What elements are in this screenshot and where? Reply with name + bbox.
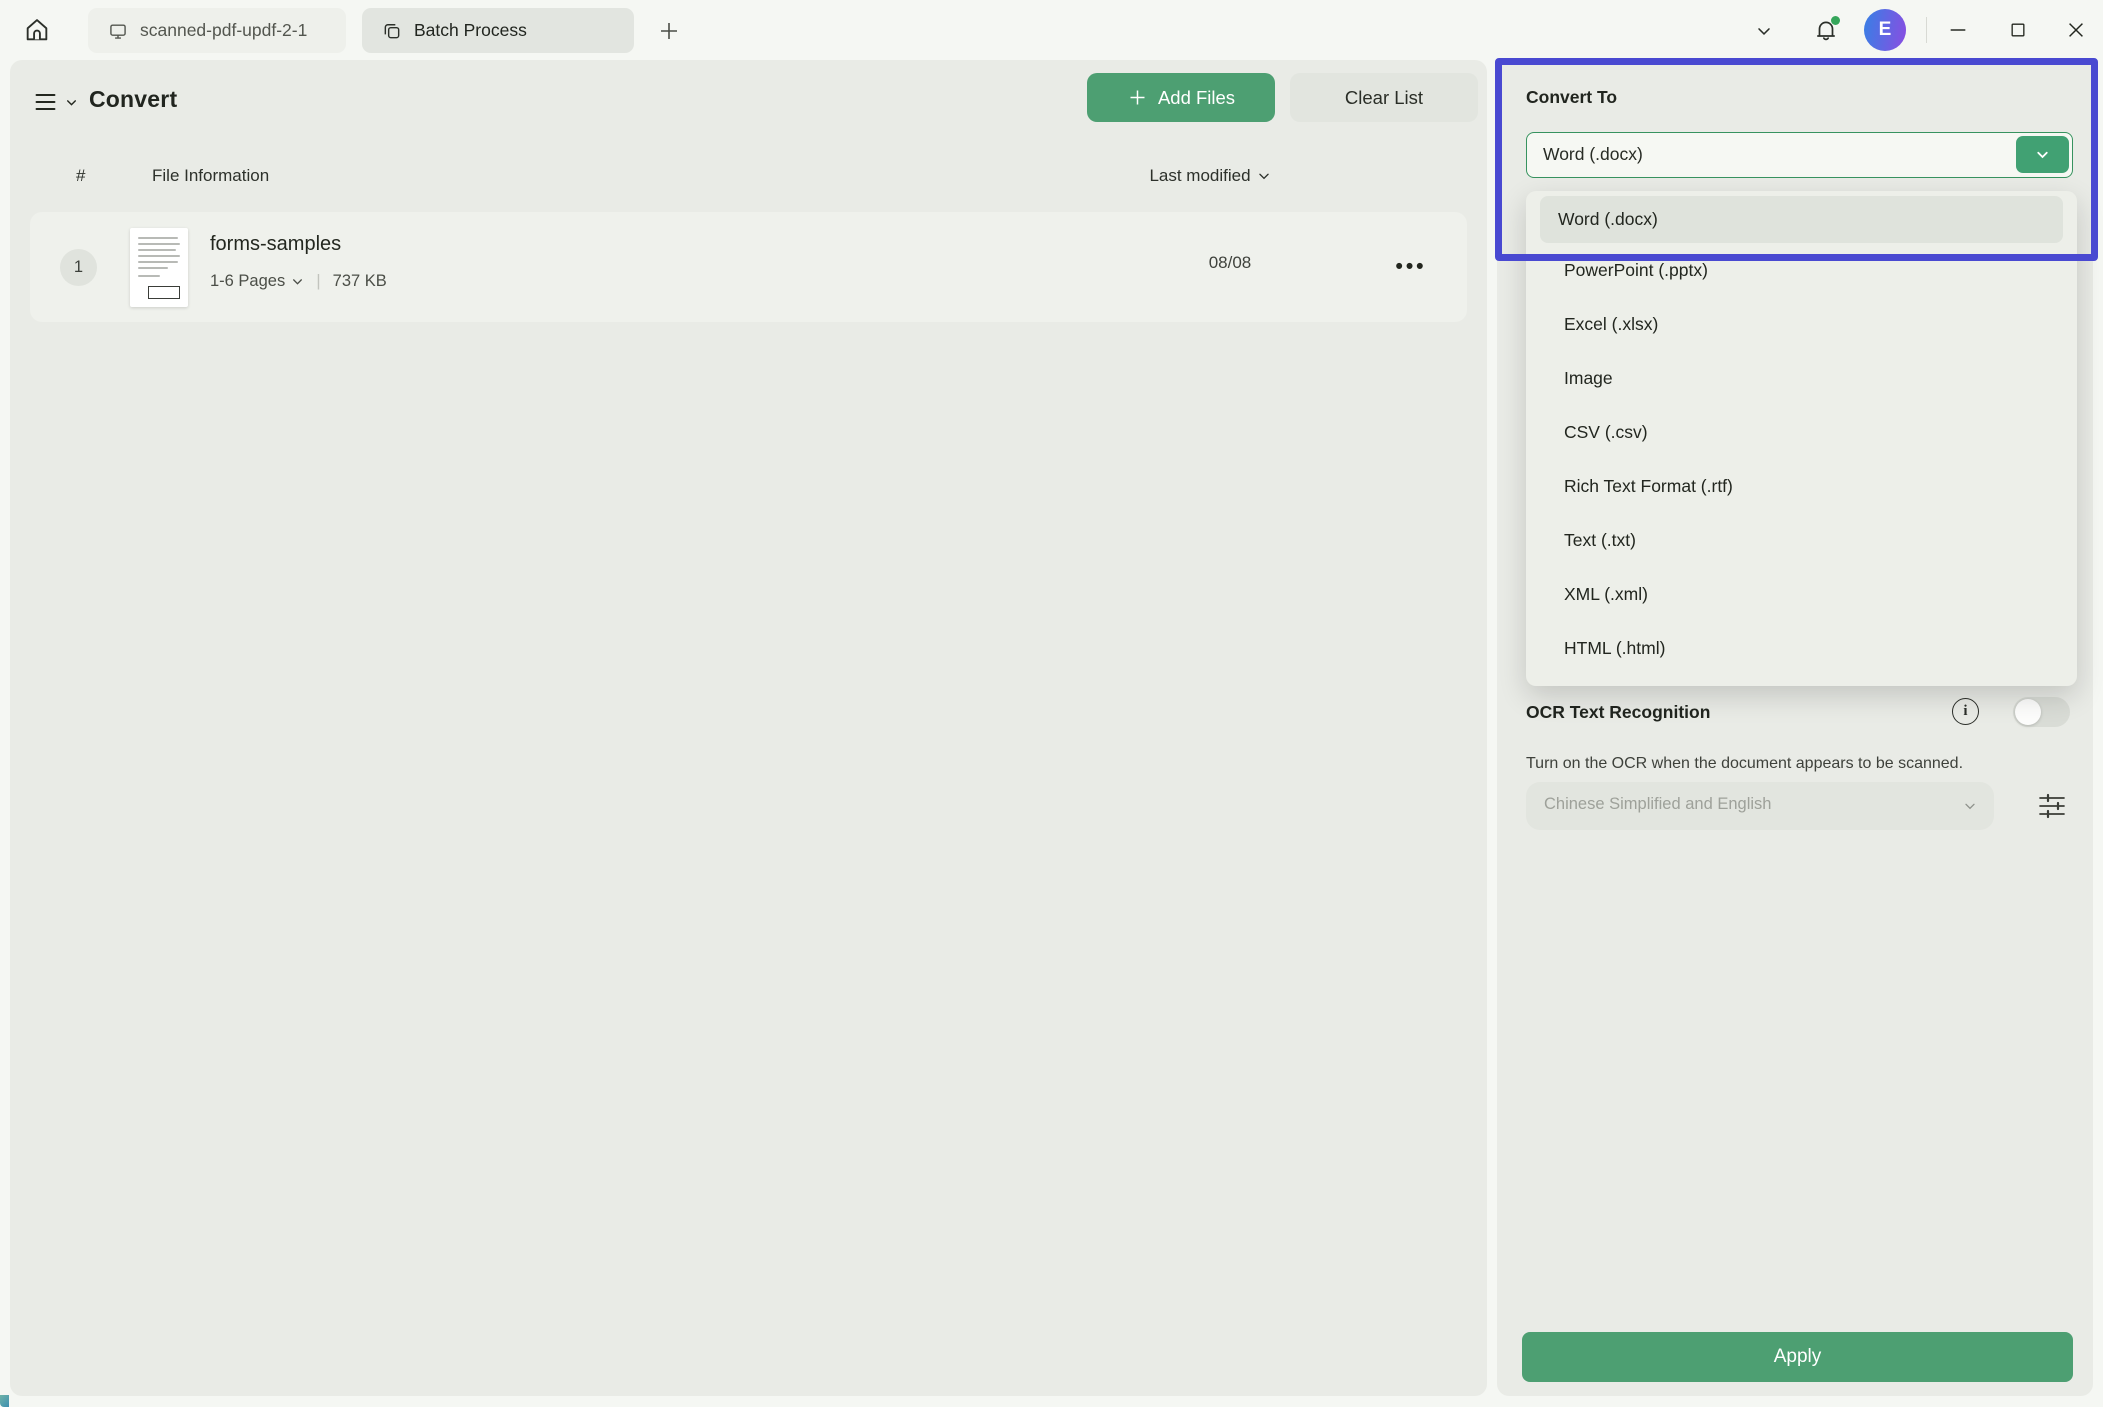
apply-button[interactable]: Apply [1522,1332,2073,1382]
format-option-label: Word (.docx) [1558,209,1658,230]
close-button[interactable] [2052,10,2100,50]
titlebar-divider [1926,17,1927,43]
format-select-dropdown-button[interactable] [2016,136,2069,173]
info-icon[interactable]: i [1952,698,1979,725]
ocr-section-title: OCR Text Recognition [1526,702,1710,723]
new-tab-button[interactable] [650,12,688,50]
tab-label: scanned-pdf-updf-2-1 [140,20,307,41]
last-modified-label: Last modified [1149,166,1250,186]
format-option[interactable]: XML (.xml) [1534,567,2069,621]
format-select-value: Word (.docx) [1543,144,1643,165]
column-header-last-modified[interactable]: Last modified [1120,166,1300,186]
tab-batch-process[interactable]: Batch Process [362,8,634,53]
format-dropdown-list: Word (.docx) PowerPoint (.pptx) Excel (.… [1526,191,2077,686]
page-title: Convert [89,86,177,113]
minimize-button[interactable] [1934,10,1982,50]
tab-scanned-pdf[interactable]: scanned-pdf-updf-2-1 [88,8,346,53]
sliders-icon [2036,792,2068,820]
format-option[interactable]: Image [1534,351,2069,405]
format-select[interactable]: Word (.docx) [1526,132,2073,178]
table-row[interactable]: 1 forms-samples 1-6 Pages | 737 KB 08/08… [30,212,1467,322]
page-range-label: 1-6 Pages [210,272,285,291]
format-option-label: HTML (.html) [1564,638,1665,659]
row-index-badge: 1 [60,249,97,286]
maximize-button[interactable] [1994,10,2042,50]
format-option-label: Text (.txt) [1564,530,1636,551]
format-option[interactable]: PowerPoint (.pptx) [1534,243,2069,297]
titlebar-dropdown-button[interactable] [1744,12,1784,50]
format-option-label: Rich Text Format (.rtf) [1564,476,1733,497]
format-option-label: PowerPoint (.pptx) [1564,260,1708,281]
convert-to-label: Convert To [1526,87,1617,108]
format-option[interactable]: Excel (.xlsx) [1534,297,2069,351]
chevron-down-icon [65,96,78,109]
notifications-button[interactable] [1804,8,1848,52]
chevron-down-icon [1754,21,1774,41]
add-files-label: Add Files [1158,87,1235,109]
format-option[interactable]: Rich Text Format (.rtf) [1534,459,2069,513]
desktop-corner-accent [0,1395,9,1407]
ocr-description: Turn on the OCR when the document appear… [1526,755,1963,773]
home-icon [23,16,51,44]
close-icon [2065,19,2087,41]
convert-settings-panel: Convert To Word (.docx) Word (.docx) Pow… [1497,60,2093,1396]
convert-mode-menu-button[interactable] [26,82,84,122]
sort-chevron-icon [1257,169,1271,183]
title-bar: scanned-pdf-updf-2-1 Batch Process E [0,0,2103,60]
last-modified-value: 08/08 [1170,253,1290,273]
format-option[interactable]: Text (.txt) [1534,513,2069,567]
convert-file-list-panel: Convert Add Files Clear List # File Info… [10,60,1487,1396]
home-button[interactable] [14,8,60,52]
notification-dot [1831,16,1840,25]
format-option[interactable]: Word (.docx) [1540,196,2063,243]
minimize-icon [1947,19,1969,41]
chevron-down-icon [1962,798,1978,814]
column-header-index: # [76,166,85,186]
format-option-label: Image [1564,368,1613,389]
batch-process-icon [382,21,402,41]
maximize-icon [2008,20,2028,40]
format-option-label: XML (.xml) [1564,584,1648,605]
plus-icon [1127,87,1148,108]
chevron-down-icon [2034,146,2051,163]
tab-label: Batch Process [414,20,527,41]
ocr-advanced-settings-button[interactable] [2031,786,2073,826]
file-size: 737 KB [333,272,387,291]
format-option-label: Excel (.xlsx) [1564,314,1658,335]
clear-list-button[interactable]: Clear List [1290,73,1478,122]
column-header-file-information: File Information [152,166,269,186]
clear-list-label: Clear List [1345,87,1423,109]
ocr-toggle[interactable] [2013,697,2070,727]
avatar[interactable]: E [1864,9,1906,51]
add-files-button[interactable]: Add Files [1087,73,1275,122]
plus-icon [657,19,681,43]
file-name: forms-samples [210,233,341,256]
format-option[interactable]: HTML (.html) [1534,621,2069,675]
hamburger-icon [33,91,58,113]
ocr-language-select[interactable]: Chinese Simplified and English [1526,782,1994,830]
document-tab-icon [108,21,128,41]
ocr-language-value: Chinese Simplified and English [1544,795,1771,814]
chevron-down-icon [291,275,304,288]
format-option[interactable]: CSV (.csv) [1534,405,2069,459]
toggle-knob [2015,699,2041,725]
format-option-label: CSV (.csv) [1564,422,1648,443]
file-thumbnail [130,228,188,307]
page-range-dropdown[interactable]: 1-6 Pages [210,272,304,291]
meta-divider: | [316,271,320,291]
row-more-button[interactable]: ••• [1386,242,1436,292]
